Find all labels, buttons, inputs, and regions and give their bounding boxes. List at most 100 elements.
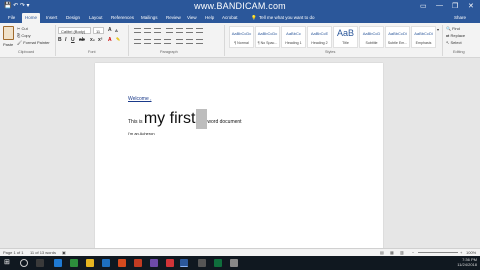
underline-button[interactable]: U [71, 37, 75, 43]
style-heading-1[interactable]: AaBbCc Heading 1 [281, 26, 306, 48]
read-mode-icon[interactable]: ▤ [380, 250, 384, 255]
italic-button[interactable]: I [65, 37, 66, 43]
paste-button[interactable]: Paste [3, 42, 13, 47]
multilevel-list-icon[interactable] [154, 28, 161, 33]
decrease-indent-icon[interactable] [166, 28, 173, 33]
zoom-level[interactable]: 100% [466, 250, 476, 255]
doc-line-acheron[interactable]: I'm an Acheron [128, 131, 155, 136]
style-subtitle[interactable]: AaBbCcD Subtitle [359, 26, 384, 48]
style-title[interactable]: AaB Title [333, 26, 358, 48]
app-icon[interactable] [230, 259, 238, 267]
search-icon[interactable] [20, 259, 28, 267]
clock[interactable]: 7:36 PM 11/24/2018 [457, 257, 477, 267]
highlight-button[interactable]: ✎ [116, 37, 120, 43]
bold-button[interactable]: B [58, 37, 62, 43]
tab-mailings[interactable]: Mailings [141, 15, 158, 20]
zoom-out-icon[interactable]: − [412, 250, 414, 255]
font-color-button[interactable]: A [108, 37, 112, 43]
doc-line-main[interactable]: This is my first word document [128, 109, 242, 129]
strikethrough-button[interactable]: ab [79, 37, 85, 43]
tab-home[interactable]: Home [22, 13, 41, 23]
recorder-watermark: www.BANDICAM.com [194, 1, 286, 11]
acrobat-icon[interactable] [134, 259, 142, 267]
tell-me-icon[interactable]: 💡 [251, 15, 257, 21]
select-button[interactable]: ↖ Select [446, 40, 462, 45]
zoom-slider[interactable] [418, 252, 458, 253]
word-icon[interactable] [180, 259, 188, 267]
subscript-button[interactable]: x₂ [90, 37, 95, 43]
styles-more-icon[interactable]: ▾ [437, 27, 439, 32]
file-explorer-icon[interactable] [86, 259, 94, 267]
app-icon[interactable] [150, 259, 158, 267]
minimize-button[interactable]: — [436, 2, 443, 9]
chrome-icon[interactable] [70, 259, 78, 267]
divider [442, 25, 443, 56]
tab-view[interactable]: View [187, 15, 197, 20]
tab-design[interactable]: Design [66, 15, 80, 20]
style-name: Subtitle [365, 41, 378, 45]
style-subtle-emphasis[interactable]: AaBbCcDi Subtle Em... [385, 26, 410, 48]
store-icon[interactable] [102, 259, 110, 267]
style-name: ¶ No Spac... [257, 41, 278, 45]
share-button[interactable]: Share [454, 15, 466, 20]
app-icon[interactable] [198, 259, 206, 267]
align-right-icon[interactable] [154, 39, 161, 44]
numbering-icon[interactable] [144, 28, 151, 33]
ribbon-display-options-icon[interactable]: ▭ [420, 2, 427, 10]
style-no-spacing[interactable]: AaBbCcDc ¶ No Spac... [255, 26, 280, 48]
doc-line-welcome[interactable]: Welcome , [128, 96, 152, 102]
zoom-in-icon[interactable]: + [460, 250, 462, 255]
quick-access-toolbar[interactable]: 💾 ↶ ↷ ▾ [4, 2, 30, 9]
align-left-icon[interactable] [134, 39, 141, 44]
sort-icon[interactable] [186, 28, 193, 33]
word-count[interactable]: 11 of 13 words [30, 250, 56, 255]
font-name-select[interactable]: Calibri (Body) [58, 27, 91, 34]
task-view-icon[interactable] [36, 259, 44, 267]
replace-label: Replace [450, 33, 466, 38]
replace-button[interactable]: ⇄ Replace [446, 33, 465, 38]
tab-references[interactable]: References [111, 15, 134, 20]
shading-icon[interactable] [186, 39, 193, 44]
page-count[interactable]: Page 1 of 1 [3, 250, 23, 255]
firefox-icon[interactable] [118, 259, 126, 267]
style-name: Title [342, 41, 349, 45]
tab-layout[interactable]: Layout [89, 15, 103, 20]
document-page[interactable]: Welcome , This is my first word document … [95, 63, 383, 250]
tab-file[interactable]: File [8, 15, 15, 20]
tab-review[interactable]: Review [166, 15, 181, 20]
font-size-select[interactable]: 11 [93, 27, 104, 34]
cut-button[interactable]: ✂ Cut [17, 26, 28, 31]
style-heading-2[interactable]: AaBbCcE Heading 2 [307, 26, 332, 48]
close-button[interactable]: ✕ [468, 2, 474, 10]
maximize-button[interactable]: ❐ [452, 2, 458, 10]
windows-taskbar: ⊞ 7:36 PM 11/24/2018 [0, 256, 480, 270]
show-formatting-icon[interactable] [196, 28, 203, 33]
paste-icon[interactable] [3, 26, 14, 40]
tab-acrobat[interactable]: Acrobat [222, 15, 238, 20]
windows-start-icon[interactable]: ⊞ [4, 258, 12, 266]
borders-icon[interactable] [196, 39, 203, 44]
format-painter-button[interactable]: 🖌 Format Painter [17, 40, 50, 45]
title-bar: 💾 ↶ ↷ ▾ www.BANDICAM.com ▭ — ❐ ✕ [0, 0, 480, 13]
excel-icon[interactable] [214, 259, 222, 267]
edge-icon[interactable] [54, 259, 62, 267]
tell-me-box[interactable]: Tell me what you want to do [259, 15, 315, 20]
copy-button[interactable]: ⎘ Copy [17, 33, 31, 38]
find-button[interactable]: 🔍 Find [446, 26, 460, 31]
align-center-icon[interactable] [144, 39, 151, 44]
style-emphasis[interactable]: AaBbCcDi Emphasis [411, 26, 436, 48]
bullets-icon[interactable] [134, 28, 141, 33]
proofing-icon[interactable]: ▣ [62, 250, 66, 255]
bandicam-icon[interactable] [166, 259, 174, 267]
print-layout-icon[interactable]: ▦ [390, 250, 394, 255]
style-normal[interactable]: AaBbCcDc ¶ Normal [229, 26, 254, 48]
justify-icon[interactable] [164, 39, 171, 44]
shrink-font-button[interactable]: A [115, 28, 118, 33]
line-spacing-icon[interactable] [176, 39, 183, 44]
grow-font-button[interactable]: A [108, 27, 112, 33]
increase-indent-icon[interactable] [176, 28, 183, 33]
tab-insert[interactable]: Insert [46, 15, 57, 20]
tab-help[interactable]: Help [205, 15, 214, 20]
superscript-button[interactable]: x² [98, 37, 102, 43]
web-layout-icon[interactable]: ▥ [400, 250, 404, 255]
